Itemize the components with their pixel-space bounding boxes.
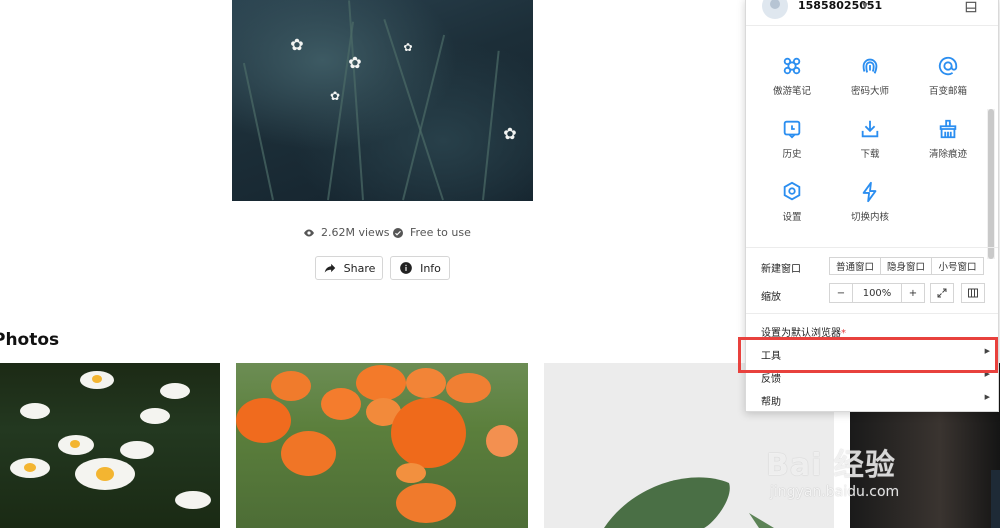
daisy-petal	[140, 408, 170, 424]
watermark-brand: Bai 经验	[766, 448, 896, 483]
views-stat: 2.62M views	[303, 226, 390, 239]
account-username[interactable]: 15858025051	[798, 0, 882, 12]
columns-icon	[968, 288, 978, 298]
taskbar-edge	[991, 470, 1000, 528]
flower-icon: ✿	[503, 124, 517, 143]
flower-icon: ✿	[290, 35, 304, 54]
watermark-url: jingyan.baidu.com	[770, 484, 900, 500]
eye-icon	[304, 229, 314, 236]
daisy-petal	[160, 383, 190, 399]
poppy-flower	[486, 425, 518, 457]
check-circle-icon	[393, 227, 403, 238]
download-button[interactable]: 下载	[831, 118, 909, 168]
grass-blade	[402, 34, 446, 201]
grass-blade	[327, 21, 355, 201]
section-title: Photos	[0, 330, 60, 350]
license-text: Free to use	[410, 226, 471, 239]
zoom-label: 缩放	[761, 292, 781, 303]
grid-label: 密码大师	[850, 86, 889, 97]
alt-account-window-button[interactable]: 小号窗口	[931, 257, 984, 275]
baidu-watermark: Bai 经验 jingyan.baidu.com	[766, 420, 996, 510]
lightning-icon	[862, 181, 877, 203]
poppy-flower	[446, 373, 491, 403]
daisy-petal	[175, 491, 211, 509]
menu-divider	[746, 247, 998, 248]
download-icon	[861, 120, 879, 138]
chevron-right-icon: ▶	[984, 393, 990, 401]
clear-traces-button[interactable]: 清除痕迹	[909, 118, 987, 168]
column-view-button[interactable]	[961, 283, 985, 303]
history-icon	[783, 120, 801, 139]
poppy-flower	[396, 463, 426, 483]
grass-blade	[242, 62, 274, 201]
window-icon[interactable]	[964, 0, 978, 14]
zoom-out-button[interactable]: −	[829, 283, 853, 303]
poppy-flower	[281, 431, 336, 476]
grid-label: 清除痕迹	[928, 149, 967, 160]
poppy-flower	[236, 398, 291, 443]
share-arrow-icon	[324, 263, 335, 273]
avatar[interactable]	[762, 0, 788, 19]
grid-label: 百变邮箱	[928, 86, 967, 97]
info-icon	[400, 262, 412, 274]
photo-thumbnail-daisies[interactable]	[0, 363, 220, 528]
daisy-center	[92, 375, 102, 383]
poppy-flower	[321, 388, 361, 420]
notes-button[interactable]: 傲游笔记	[753, 55, 831, 105]
info-label: Info	[420, 261, 441, 275]
poppy-flower	[391, 398, 466, 468]
grid-label: 设置	[782, 212, 802, 223]
flower-icon: ✿	[348, 53, 362, 72]
share-label: Share	[343, 261, 376, 275]
daisy-center	[70, 440, 80, 448]
zoom-in-button[interactable]: +	[901, 283, 925, 303]
flower-icon: ✿	[329, 89, 341, 103]
daisy-center	[96, 467, 114, 481]
info-button[interactable]: Info	[390, 256, 450, 280]
hero-photo[interactable]: ✿ ✿ ✿ ✿ ✿	[232, 0, 533, 201]
poppy-flower	[271, 371, 311, 401]
help-label: 帮助	[761, 397, 781, 408]
poppy-flower	[356, 365, 406, 401]
grass-blade	[348, 0, 364, 201]
new-window-label: 新建窗口	[761, 264, 801, 275]
tools-highlight-box	[738, 337, 998, 373]
settings-button[interactable]: 设置	[753, 181, 831, 231]
flower-icon: ✿	[403, 41, 413, 54]
incognito-window-button[interactable]: 隐身窗口	[880, 257, 932, 275]
views-text: 2.62M views	[321, 226, 390, 239]
license-stat: Free to use	[392, 226, 471, 239]
grass-blade	[482, 50, 500, 201]
grid-label: 下载	[860, 149, 880, 160]
grid-label: 傲游笔记	[772, 86, 811, 97]
zoom-level: 100%	[852, 283, 902, 303]
help-menu-item[interactable]: 帮助 ▶	[746, 389, 998, 409]
poppy-flower	[406, 368, 446, 398]
mail-at-icon	[938, 56, 958, 76]
share-button[interactable]: Share	[315, 256, 383, 280]
menu-header: 15858025051 ▼	[746, 0, 998, 26]
mailbox-button[interactable]: 百变邮箱	[909, 55, 987, 105]
gear-icon	[783, 181, 801, 201]
menu-divider	[746, 313, 998, 314]
normal-window-button[interactable]: 普通窗口	[829, 257, 881, 275]
chevron-down-icon[interactable]: ▼	[862, 1, 868, 10]
daisy-petal	[120, 441, 154, 459]
daisy-center	[24, 463, 36, 472]
expand-icon	[937, 288, 947, 298]
grid-label: 历史	[782, 149, 802, 160]
broom-icon	[939, 119, 957, 139]
switch-engine-button[interactable]: 切换内核	[831, 181, 909, 231]
password-master-button[interactable]: 密码大师	[831, 55, 909, 105]
fullscreen-button[interactable]	[930, 283, 954, 303]
fingerprint-icon	[862, 58, 878, 74]
history-button[interactable]: 历史	[753, 118, 831, 168]
grid-label: 切换内核	[850, 212, 889, 223]
scrollbar-thumb[interactable]	[988, 109, 994, 259]
photo-stats: 2.62M views Free to use	[0, 226, 765, 242]
notes-icon	[783, 57, 801, 75]
daisy-petal	[20, 403, 50, 419]
photo-thumbnail-poppies[interactable]	[236, 363, 528, 528]
poppy-flower	[396, 483, 456, 523]
